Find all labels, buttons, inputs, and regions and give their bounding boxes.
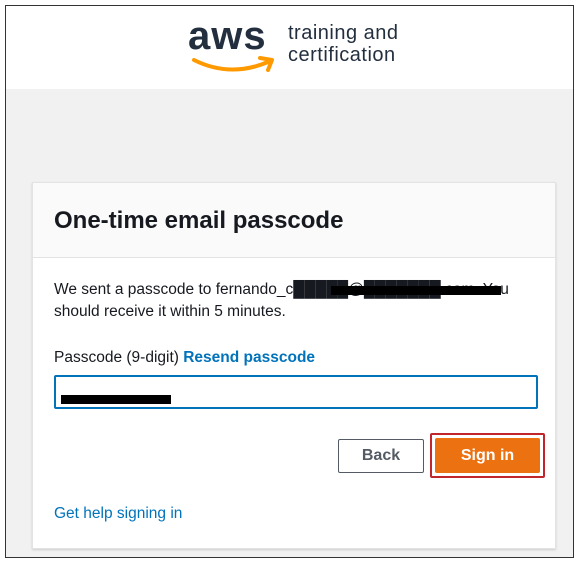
sign-in-button[interactable]: Sign in bbox=[435, 438, 540, 473]
back-button[interactable]: Back bbox=[338, 439, 424, 473]
email-redaction-bar bbox=[331, 286, 501, 295]
card-header: One-time email passcode bbox=[33, 183, 555, 258]
logo-line-certification: certification bbox=[288, 44, 396, 66]
logo-line-training: training and bbox=[288, 22, 399, 44]
signin-highlight: Sign in bbox=[430, 433, 545, 478]
aws-training-logo: aws training and certification bbox=[188, 14, 418, 80]
header: aws training and certification bbox=[6, 6, 573, 89]
page-title: One-time email passcode bbox=[54, 207, 344, 234]
amazon-smile-icon bbox=[192, 56, 274, 72]
passcode-redaction-bar bbox=[61, 395, 171, 404]
passcode-label: Passcode (9-digit) bbox=[54, 349, 179, 366]
get-help-link[interactable]: Get help signing in bbox=[54, 505, 182, 523]
passcode-label-row: Passcode (9-digit) Resend passcode bbox=[54, 349, 315, 367]
browser-frame: aws training and certification One-time … bbox=[5, 5, 574, 558]
resend-passcode-link[interactable]: Resend passcode bbox=[183, 349, 315, 366]
passcode-card: One-time email passcode We sent a passco… bbox=[32, 182, 556, 549]
